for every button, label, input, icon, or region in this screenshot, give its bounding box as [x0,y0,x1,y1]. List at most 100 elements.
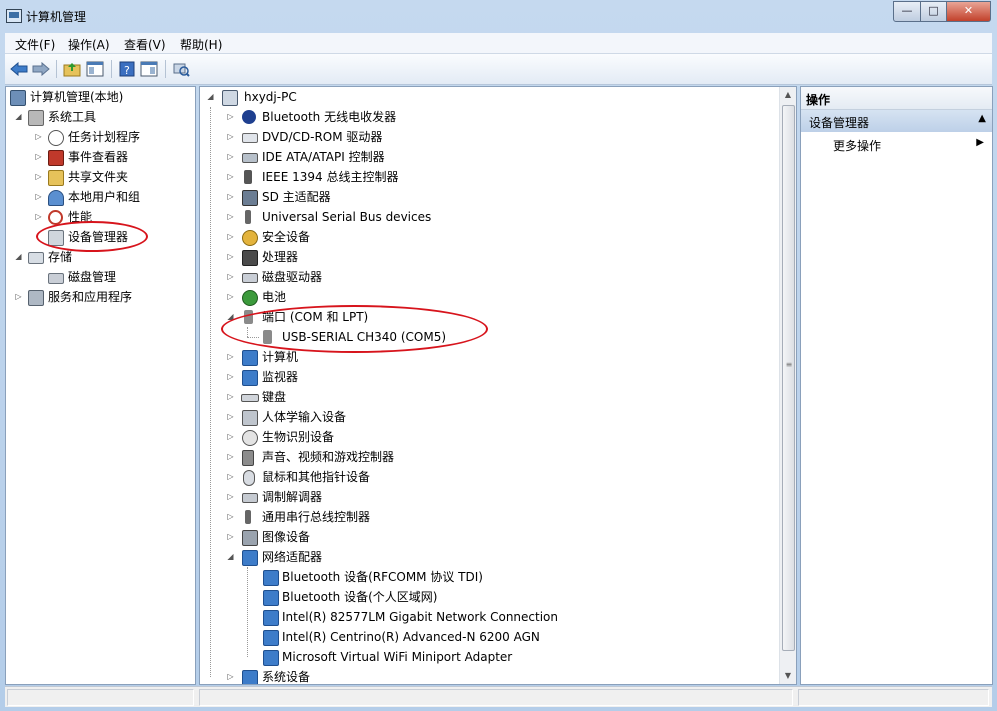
scroll-down-arrow-icon[interactable]: ▼ [780,668,796,684]
expand-arrow-icon[interactable]: ▷ [226,447,235,467]
expand-arrow-icon[interactable]: ▷ [226,507,235,527]
forward-icon[interactable] [31,59,51,79]
device-category-ide[interactable]: ▷ IDE ATA/ATAPI 控制器 [204,147,774,167]
event-viewer-icon [48,150,64,166]
expand-arrow-icon[interactable]: ▷ [226,487,235,507]
bluetooth-icon [242,110,256,124]
collapse-arrow-icon[interactable]: ◢ [226,547,235,567]
tree-item-local-users[interactable]: ▷ 本地用户和组 [10,187,190,207]
expand-arrow-icon[interactable]: ▷ [226,267,235,287]
expand-arrow-icon[interactable]: ▷ [226,667,235,684]
expand-arrow-icon[interactable]: ▷ [226,247,235,267]
device-category-monitors[interactable]: ▷ 监视器 [204,367,774,387]
device-category-processor[interactable]: ▷ 处理器 [204,247,774,267]
status-segment [7,689,194,706]
expand-arrow-icon[interactable]: ▷ [34,127,43,147]
expand-arrow-icon[interactable]: ▷ [34,167,43,187]
expand-arrow-icon[interactable]: ▷ [226,287,235,307]
collapse-arrow-icon[interactable]: ◢ [14,247,23,267]
show-hide-icon[interactable] [139,59,159,79]
scrollbar-thumb[interactable] [782,105,795,651]
network-adapter-item[interactable]: Intel(R) Centrino(R) Advanced-N 6200 AGN [204,627,774,647]
expand-arrow-icon[interactable]: ▷ [226,187,235,207]
device-usb-serial-ch340[interactable]: USB-SERIAL CH340 (COM5) [204,327,774,347]
up-folder-icon[interactable] [62,59,82,79]
device-category-usb-devices[interactable]: ▷ Universal Serial Bus devices [204,207,774,227]
help-icon[interactable]: ? [117,59,137,79]
tree-item-services-apps[interactable]: ▷ 服务和应用程序 [10,287,190,307]
expand-arrow-icon[interactable]: ▷ [226,387,235,407]
expand-arrow-icon[interactable]: ▷ [34,187,43,207]
network-adapter-item[interactable]: Intel(R) 82577LM Gigabit Network Connect… [204,607,774,627]
collapse-arrow-icon[interactable]: ◢ [206,87,215,107]
device-category-computer[interactable]: ▷ 计算机 [204,347,774,367]
network-adapter-item[interactable]: Microsoft Virtual WiFi Miniport Adapter [204,647,774,667]
device-category-biometric[interactable]: ▷ 生物识别设备 [204,427,774,447]
expand-arrow-icon[interactable]: ▷ [226,107,235,127]
tree-item-device-manager[interactable]: 设备管理器 [10,227,190,247]
clock-icon [48,130,64,146]
menu-file[interactable]: 文件(F) [15,36,55,53]
actions-section-device-manager[interactable]: 设备管理器 ▲ [801,110,992,132]
expand-arrow-icon[interactable]: ▷ [226,527,235,547]
tree-item-event-viewer[interactable]: ▷ 事件查看器 [10,147,190,167]
device-category-sound[interactable]: ▷ 声音、视频和游戏控制器 [204,447,774,467]
device-category-usb-controllers[interactable]: ▷ 通用串行总线控制器 [204,507,774,527]
device-category-ieee1394[interactable]: ▷ IEEE 1394 总线主控制器 [204,167,774,187]
tree-item-storage[interactable]: ◢ 存储 [10,247,190,267]
console-tree-icon[interactable] [85,59,105,79]
menu-action[interactable]: 操作(A) [68,36,110,53]
tree-item-task-scheduler[interactable]: ▷ 任务计划程序 [10,127,190,147]
expand-arrow-icon[interactable]: ▷ [34,207,43,227]
device-category-sd[interactable]: ▷ SD 主适配器 [204,187,774,207]
scroll-up-arrow-icon[interactable]: ▲ [780,87,796,103]
expand-arrow-icon[interactable]: ▷ [226,147,235,167]
device-category-dvd[interactable]: ▷ DVD/CD-ROM 驱动器 [204,127,774,147]
back-icon[interactable] [9,59,29,79]
submenu-arrow-icon: ▶ [976,137,984,148]
expand-arrow-icon[interactable]: ▷ [226,227,235,247]
tree-item-performance[interactable]: ▷ 性能 [10,207,190,227]
device-category-modems[interactable]: ▷ 调制解调器 [204,487,774,507]
device-category-bluetooth[interactable]: ▷ Bluetooth 无线电收发器 [204,107,774,127]
network-adapter-item[interactable]: Bluetooth 设备(RFCOMM 协议 TDI) [204,567,774,587]
tree-item-disk-management[interactable]: 磁盘管理 [10,267,190,287]
tree-item-system-tools[interactable]: ◢ 系统工具 [10,107,190,127]
menu-view[interactable]: 查看(V) [124,36,166,53]
expand-arrow-icon[interactable]: ▷ [226,347,235,367]
network-adapter-item[interactable]: Bluetooth 设备(个人区域网) [204,587,774,607]
device-category-battery[interactable]: ▷ 电池 [204,287,774,307]
expand-arrow-icon[interactable]: ▷ [226,467,235,487]
device-category-hid[interactable]: ▷ 人体学输入设备 [204,407,774,427]
more-actions-item[interactable]: 更多操作 ▶ [801,134,992,154]
maximize-button[interactable]: □ [921,1,947,22]
status-segment [199,689,793,706]
menu-help[interactable]: 帮助(H) [180,36,222,53]
expand-arrow-icon[interactable]: ▷ [226,167,235,187]
close-button[interactable]: ✕ [947,1,991,22]
scan-hardware-icon[interactable] [171,59,191,79]
device-category-keyboards[interactable]: ▷ 键盘 [204,387,774,407]
expand-arrow-icon[interactable]: ▷ [226,407,235,427]
expand-arrow-icon[interactable]: ▷ [226,367,235,387]
vertical-scrollbar[interactable]: ▲ ≡ ▼ [779,87,796,684]
device-category-imaging[interactable]: ▷ 图像设备 [204,527,774,547]
tree-item-shared-folders[interactable]: ▷ 共享文件夹 [10,167,190,187]
device-category-mice[interactable]: ▷ 鼠标和其他指针设备 [204,467,774,487]
collapse-arrow-icon[interactable]: ◢ [226,307,235,327]
expand-arrow-icon[interactable]: ▷ [226,427,235,447]
device-category-disk-drives[interactable]: ▷ 磁盘驱动器 [204,267,774,287]
collapse-arrow-icon[interactable]: ◢ [14,107,23,127]
device-category-system-devices[interactable]: ▷ 系统设备 [204,667,774,684]
collapse-section-icon[interactable]: ▲ [978,113,986,124]
minimize-button[interactable]: — [893,1,921,22]
device-category-security[interactable]: ▷ 安全设备 [204,227,774,247]
device-category-network[interactable]: ◢ 网络适配器 [204,547,774,567]
expand-arrow-icon[interactable]: ▷ [14,287,23,307]
device-category-ports[interactable]: ◢ 端口 (COM 和 LPT) [204,307,774,327]
expand-arrow-icon[interactable]: ▷ [226,207,235,227]
camera-icon [242,530,258,546]
users-icon [48,190,64,206]
expand-arrow-icon[interactable]: ▷ [226,127,235,147]
expand-arrow-icon[interactable]: ▷ [34,147,43,167]
